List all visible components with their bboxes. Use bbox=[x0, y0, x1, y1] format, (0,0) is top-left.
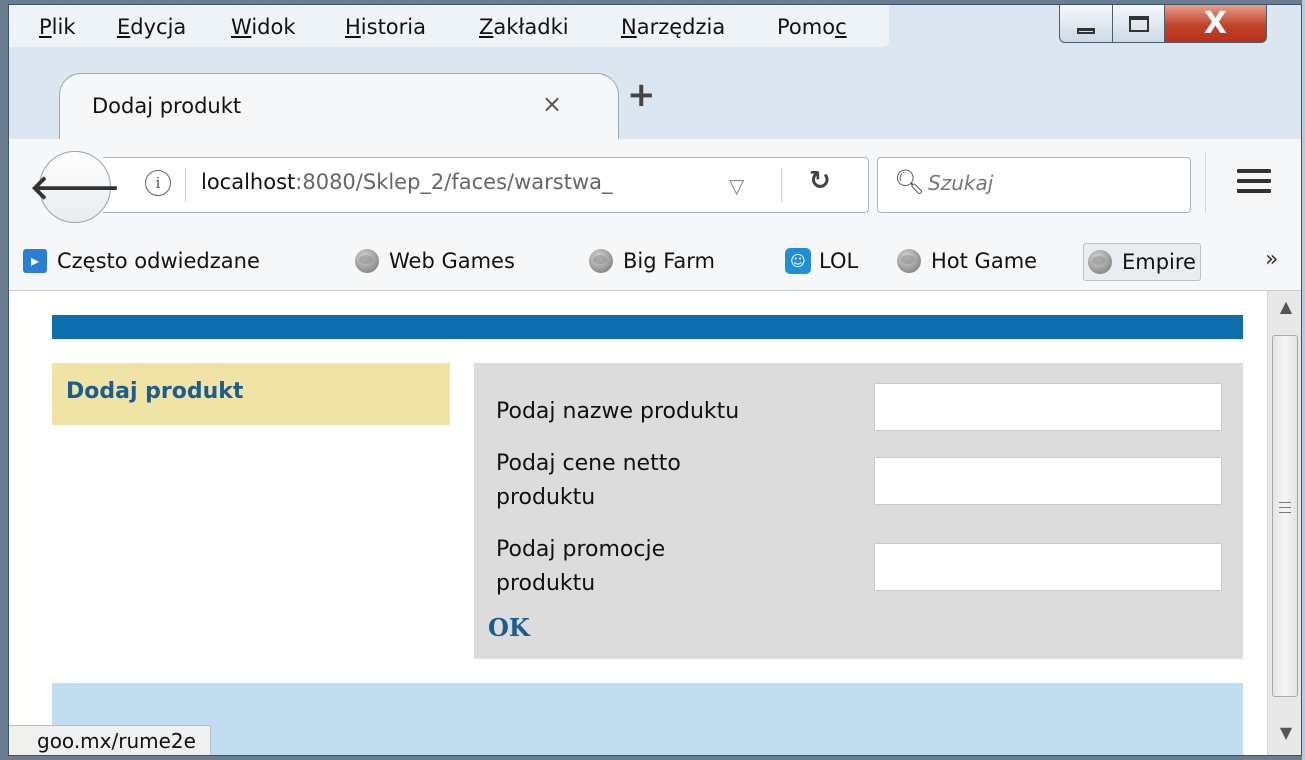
promotion-label: Podaj promocje produktu bbox=[496, 537, 666, 596]
globe-icon bbox=[589, 249, 613, 273]
browser-window: Plik Edycja Widok Historia Zakładki Narz… bbox=[8, 4, 1302, 756]
url-text[interactable]: localhost:8080/Sklep_2/faces/warstwa_ bbox=[201, 170, 613, 194]
bookmarks-overflow-icon[interactable]: » bbox=[1265, 247, 1278, 272]
menu-zakladki[interactable]: Zakładki bbox=[479, 15, 569, 39]
toolbar-separator bbox=[1205, 153, 1206, 213]
product-name-label: Podaj nazwe produktu bbox=[496, 399, 740, 424]
scrollbar-thumb[interactable] bbox=[1272, 335, 1298, 697]
window-controls: X bbox=[1059, 5, 1267, 45]
menu-edycja[interactable]: Edycja bbox=[117, 15, 186, 39]
search-input[interactable] bbox=[926, 170, 1180, 196]
url-separator bbox=[781, 168, 782, 202]
tab-dodaj-produkt[interactable]: Dodaj produkt × bbox=[59, 73, 619, 139]
scroll-up-icon[interactable]: ▲ bbox=[1268, 297, 1301, 316]
menu-plik[interactable]: Plik bbox=[39, 15, 76, 39]
url-separator bbox=[185, 168, 186, 202]
maximize-button[interactable] bbox=[1113, 5, 1165, 43]
globe-icon bbox=[1088, 250, 1112, 274]
bookmark-hot-game[interactable]: Hot Game bbox=[897, 243, 1037, 279]
tab-close-icon[interactable]: × bbox=[542, 90, 562, 118]
bookmark-empire[interactable]: Empire bbox=[1083, 243, 1201, 281]
sidebar: Dodaj produkt bbox=[52, 363, 450, 425]
vertical-scrollbar[interactable]: ▲ ▼ bbox=[1267, 291, 1301, 755]
net-price-label: Podaj cene netto produktu bbox=[496, 451, 681, 510]
bookmark-web-games[interactable]: Web Games bbox=[355, 243, 515, 279]
close-icon: X bbox=[1203, 5, 1228, 41]
globe-icon bbox=[355, 249, 379, 273]
menu-hamburger-icon[interactable] bbox=[1237, 169, 1271, 199]
minimize-icon bbox=[1077, 27, 1095, 34]
bookmark-lol[interactable]: ☺ LOL bbox=[785, 243, 858, 279]
tab-title: Dodaj produkt bbox=[92, 94, 242, 118]
menu-historia[interactable]: Historia bbox=[345, 15, 426, 39]
new-tab-icon[interactable]: + bbox=[627, 75, 656, 115]
search-box[interactable]: 🔍︎ bbox=[877, 157, 1191, 213]
info-icon[interactable]: i bbox=[145, 170, 171, 196]
reload-icon[interactable]: ↻ bbox=[809, 166, 831, 196]
back-arrow-icon: 🡐 bbox=[29, 167, 121, 208]
product-form: Podaj nazwe produktu Podaj cene netto pro… bbox=[474, 363, 1243, 659]
tab-strip: Dodaj produkt × + bbox=[9, 47, 1301, 139]
back-button[interactable]: 🡐 bbox=[29, 151, 121, 223]
maximize-icon bbox=[1128, 15, 1149, 32]
menu-widok[interactable]: Widok bbox=[231, 15, 296, 39]
close-window-button[interactable]: X bbox=[1165, 5, 1267, 43]
page-content: Dodaj produkt Podaj nazwe produktu Podaj… bbox=[9, 291, 1267, 755]
scroll-down-icon[interactable]: ▼ bbox=[1268, 723, 1301, 742]
menu-bar: Plik Edycja Widok Historia Zakładki Narz… bbox=[9, 5, 889, 47]
net-price-input[interactable] bbox=[874, 457, 1222, 505]
menu-pomoc[interactable]: Pomoc bbox=[777, 15, 847, 39]
bookmark-czesto-odwiedzane[interactable]: ▸ Często odwiedzane bbox=[23, 243, 260, 279]
product-name-input[interactable] bbox=[874, 383, 1222, 431]
smiley-icon: ☺ bbox=[785, 248, 811, 274]
page-footer-bar bbox=[52, 683, 1243, 755]
bookmark-big-farm[interactable]: Big Farm bbox=[589, 243, 715, 279]
page-header-bar bbox=[52, 315, 1243, 339]
url-dropdown-icon[interactable]: ▽ bbox=[729, 174, 744, 198]
bookmarks-toolbar: ▸ Często odwiedzane Web Games Big Farm ☺ L… bbox=[9, 235, 1301, 291]
most-visited-icon: ▸ bbox=[23, 249, 47, 273]
search-icon: 🔍︎ bbox=[894, 168, 925, 196]
globe-icon bbox=[897, 249, 921, 273]
url-bar[interactable]: i localhost:8080/Sklep_2/faces/warstwa_ … bbox=[103, 157, 869, 213]
promotion-input[interactable] bbox=[874, 543, 1222, 591]
sidebar-link-dodaj-produkt[interactable]: Dodaj produkt bbox=[66, 379, 243, 404]
navigation-bar: i localhost:8080/Sklep_2/faces/warstwa_ … bbox=[9, 139, 1301, 235]
ok-button[interactable]: OK bbox=[488, 613, 530, 642]
menu-narzedzia[interactable]: Narzędzia bbox=[621, 15, 725, 39]
scrollbar-grip-icon bbox=[1279, 502, 1291, 517]
minimize-button[interactable] bbox=[1059, 5, 1113, 43]
status-link-preview: goo.mx/rume2e bbox=[9, 725, 211, 755]
